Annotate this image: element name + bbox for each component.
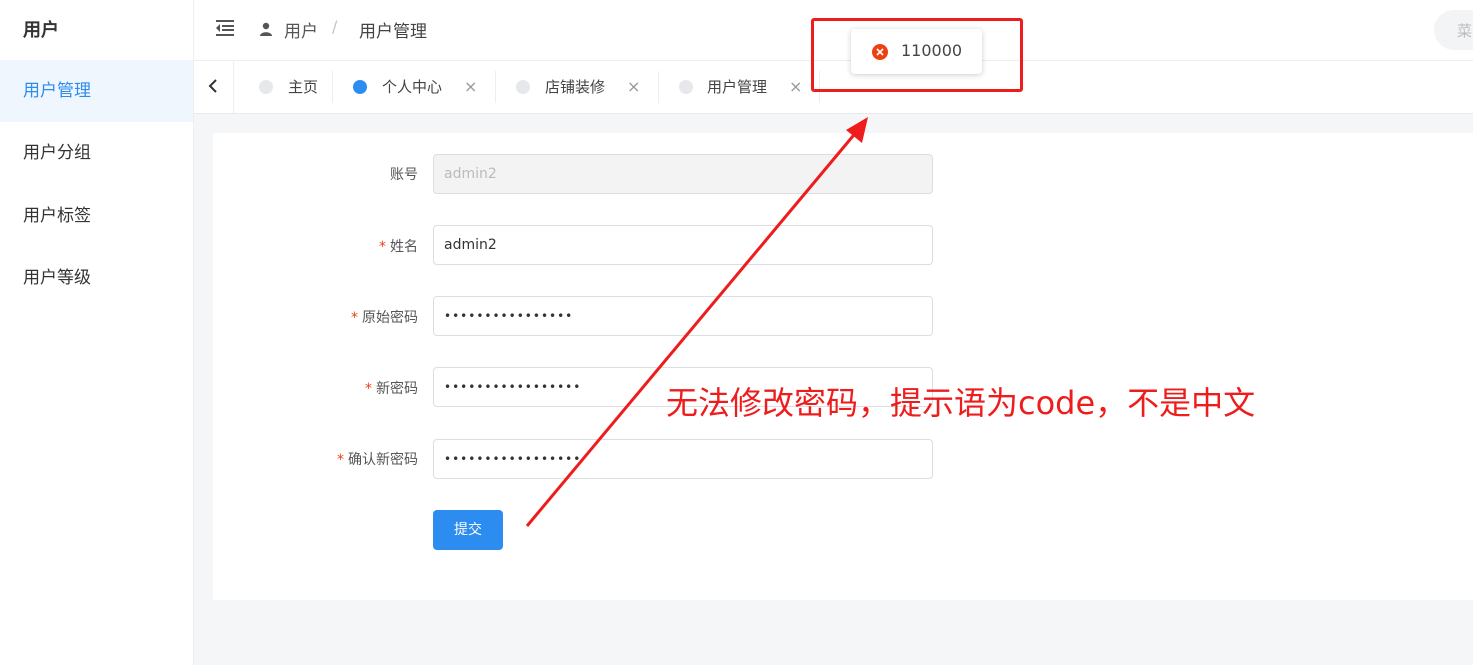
annotation-text: 无法修改密码，提示语为code，不是中文 bbox=[666, 384, 1256, 422]
annotation-arrow bbox=[525, 117, 868, 527]
